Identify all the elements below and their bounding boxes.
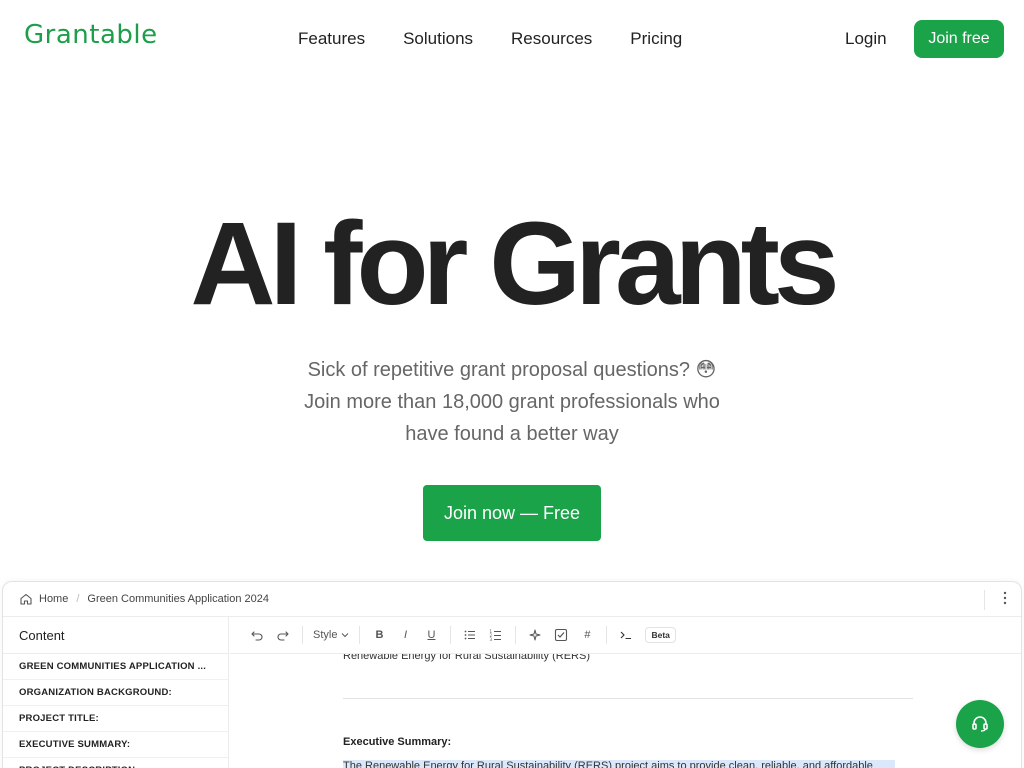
chevron-down-icon bbox=[341, 629, 349, 641]
sidebar-item-application[interactable]: GREEN COMMUNITIES APPLICATION ... bbox=[3, 654, 228, 680]
style-label: Style bbox=[313, 629, 338, 641]
divider bbox=[343, 698, 913, 699]
sidebar-title: Content bbox=[3, 617, 228, 654]
home-icon[interactable] bbox=[19, 592, 33, 606]
hero-subtitle-line: Join more than 18,000 grant professional… bbox=[304, 391, 720, 413]
join-free-button[interactable]: Join free bbox=[914, 20, 1004, 58]
support-chat-button[interactable] bbox=[956, 700, 1004, 748]
editor-toolbar: Style B I U 123 # Beta bbox=[230, 617, 1021, 654]
underline-button[interactable]: U bbox=[422, 625, 440, 645]
breadcrumb-home[interactable]: Home bbox=[39, 593, 68, 605]
undo-icon[interactable] bbox=[248, 625, 266, 645]
sidebar-item-organization-background[interactable]: ORGANIZATION BACKGROUND: bbox=[3, 680, 228, 706]
grantable-logo[interactable]: Grantable bbox=[24, 20, 158, 50]
breadcrumb-separator: / bbox=[76, 593, 80, 605]
hash-button[interactable]: # bbox=[578, 625, 596, 645]
headset-icon bbox=[970, 714, 990, 734]
document-editor[interactable]: Renewable Energy for Rural Sustainabilit… bbox=[230, 654, 1021, 768]
content-sidebar: Content GREEN COMMUNITIES APPLICATION ..… bbox=[3, 617, 229, 768]
sidebar-item-executive-summary[interactable]: EXECUTIVE SUMMARY: bbox=[3, 732, 228, 758]
site-header: Grantable Features Solutions Resources P… bbox=[0, 0, 1024, 78]
redo-icon[interactable] bbox=[274, 625, 292, 645]
executive-summary-paragraph: The Renewable Energy for Rural Sustainab… bbox=[343, 760, 895, 768]
executive-summary-heading: Executive Summary: bbox=[343, 736, 452, 748]
divider bbox=[984, 590, 985, 610]
hero-title: AI for Grants bbox=[190, 198, 839, 330]
ai-sparkle-icon[interactable] bbox=[526, 625, 544, 645]
nav-features[interactable]: Features bbox=[298, 29, 365, 49]
numbered-list-icon[interactable]: 123 bbox=[487, 625, 505, 645]
hero-subtitle-line: Sick of repetitive grant proposal questi… bbox=[307, 359, 717, 381]
join-now-button[interactable]: Join now — Free bbox=[423, 485, 601, 541]
toolbar-divider bbox=[606, 626, 608, 644]
login-link[interactable]: Login bbox=[845, 29, 887, 49]
breadcrumb-document[interactable]: Green Communities Application 2024 bbox=[87, 593, 269, 605]
more-vertical-icon[interactable] bbox=[1003, 591, 1007, 607]
toolbar-divider bbox=[450, 626, 452, 644]
project-title-text: Renewable Energy for Rural Sustainabilit… bbox=[343, 654, 590, 662]
toolbar-divider bbox=[359, 626, 361, 644]
svg-text:3: 3 bbox=[490, 637, 493, 642]
style-dropdown[interactable]: Style bbox=[313, 625, 349, 645]
toolbar-divider bbox=[302, 626, 303, 644]
bullet-list-icon[interactable] bbox=[461, 625, 479, 645]
hero-subtitle-line: have found a better way bbox=[405, 423, 619, 445]
bold-button[interactable]: B bbox=[370, 625, 388, 645]
hero-subtitle: Sick of repetitive grant proposal questi… bbox=[262, 354, 762, 450]
main-nav: Features Solutions Resources Pricing bbox=[298, 29, 720, 49]
italic-button[interactable]: I bbox=[396, 625, 414, 645]
checkbox-icon[interactable] bbox=[552, 625, 570, 645]
breadcrumb: Home / Green Communities Application 202… bbox=[3, 582, 1021, 617]
app-preview: Home / Green Communities Application 202… bbox=[2, 581, 1022, 768]
sidebar-item-project-title[interactable]: PROJECT TITLE: bbox=[3, 706, 228, 732]
nav-pricing[interactable]: Pricing bbox=[630, 29, 682, 49]
terminal-icon[interactable] bbox=[617, 625, 635, 645]
sidebar-item-project-description[interactable]: PROJECT DESCRIPTION: bbox=[3, 758, 228, 768]
beta-badge: Beta bbox=[645, 627, 676, 643]
nav-solutions[interactable]: Solutions bbox=[403, 29, 473, 49]
nav-resources[interactable]: Resources bbox=[511, 29, 592, 49]
toolbar-divider bbox=[515, 626, 517, 644]
